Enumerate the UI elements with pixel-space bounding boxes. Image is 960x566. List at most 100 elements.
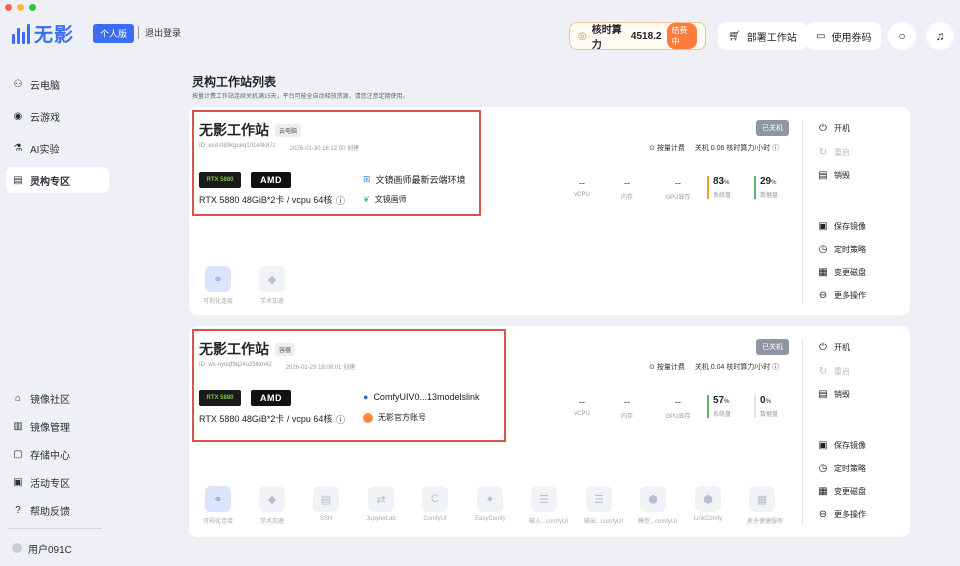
sidebar-item-ai-lab[interactable]: ⚗ AI实验 — [6, 135, 109, 161]
workstation-header-1: 无影工作站 云电脑 — [199, 120, 302, 140]
billing-mode: ⊙ 按量计费 — [649, 143, 685, 153]
voucher-button[interactable]: ▭ 使用券码 — [806, 22, 882, 50]
action-label: 销毁 — [834, 171, 850, 180]
workstation-type-tag: 云电脑 — [275, 123, 302, 137]
schedule-button[interactable]: ◷ 定时策略 — [818, 463, 866, 474]
schedule-button[interactable]: ◷ 定时策略 — [818, 244, 866, 255]
workstation-title: 无影工作站 — [199, 122, 269, 138]
tool-easycomfy[interactable]: ✦ EasyComfy — [475, 486, 506, 522]
info-icon[interactable]: ⓘ — [336, 194, 345, 207]
tool-output-comfyui[interactable]: ☰ 输出...comfyUI — [584, 486, 623, 525]
info-icon[interactable]: ⓘ — [336, 413, 345, 426]
tool-linkcomfy[interactable]: ⬢ LinkComfy — [693, 486, 723, 522]
restart-button[interactable]: ↻ 重启 — [818, 147, 850, 158]
logout-link[interactable]: 退出登录 — [138, 26, 181, 39]
link-icon: ⚭ — [205, 266, 231, 292]
graduation-icon: ◆ — [259, 486, 285, 512]
terminal-icon: ▤ — [313, 486, 339, 512]
tool-academic-accel[interactable]: ◆ 学术加速 — [257, 266, 287, 305]
tool-visual-connect[interactable]: ⚭ 可视化连接 — [203, 266, 233, 305]
action-label: 重启 — [834, 367, 850, 376]
close-window-button[interactable] — [5, 4, 12, 11]
sidebar-item-image-manage[interactable]: ▥ 镜像管理 — [6, 413, 109, 439]
environment-name: ComfyUIV0...13modelslink — [373, 392, 480, 402]
save-image-button[interactable]: ▣ 保存镜像 — [818, 221, 866, 232]
card-vertical-divider — [802, 120, 803, 304]
data-disk-value: 29 — [760, 176, 772, 187]
tool-jupyterlab[interactable]: ⇄ JupyterLab — [366, 486, 396, 522]
billing-icon: ⊙ — [649, 364, 655, 371]
tool-label: EasyComfy — [475, 516, 506, 522]
app-logo: 无影 — [12, 20, 74, 47]
sidebar-item-label: 活动专区 — [30, 478, 70, 490]
save-image-button[interactable]: ▣ 保存镜像 — [818, 440, 866, 451]
home-icon: ⌂ — [14, 392, 22, 404]
sidebar-item-events[interactable]: ▣ 活动专区 — [6, 469, 109, 495]
sidebar-item-label: 帮助反馈 — [30, 506, 70, 518]
start-button[interactable]: ⏻ 开机 — [818, 123, 850, 134]
sidebar-item-lingou[interactable]: ▤ 灵构专区 — [6, 167, 109, 193]
sidebar-item-label: 灵构专区 — [30, 176, 70, 188]
environment-owner: 无影官方账号 — [363, 412, 426, 423]
tool-ssh[interactable]: ▤ SSH — [311, 486, 341, 522]
destroy-button[interactable]: ▤ 销毁 — [818, 170, 850, 181]
environment-owner: ❦ 文镜画师 — [363, 194, 407, 205]
hardware-spec: RTX 5880 48GiB*2卡 / vcpu 64核 — [199, 195, 333, 205]
restart-button[interactable]: ↻ 重启 — [818, 366, 850, 377]
sidebar-item-storage[interactable]: ▢ 存储中心 — [6, 441, 109, 467]
settings-circle-button[interactable]: ○ — [888, 22, 916, 50]
workstation-created: 2026-01-30 16:12:00 创建 — [289, 146, 360, 152]
sidebar-item-help[interactable]: ? 帮助反馈 — [6, 497, 109, 523]
tool-visual-connect[interactable]: ⚭ 可视化连接 — [203, 486, 233, 525]
credits-value: 4518.2 — [630, 30, 662, 42]
hardware-spec: RTX 5880 48GiB*2卡 / vcpu 64核 — [199, 414, 333, 424]
tool-comfyui[interactable]: C ComfyUI — [420, 486, 450, 522]
tool-more-services[interactable]: ▦ 更多便捷服务 — [747, 486, 783, 525]
tool-model-comfyui[interactable]: ⬢ 模型...comfyUI — [638, 486, 678, 525]
deploy-label: 部署工作站 — [746, 32, 797, 44]
environment-image[interactable]: ⊞ 文镜画师最新云端环境 — [363, 173, 466, 186]
more-actions-button[interactable]: ⊖ 更多操作 — [818, 509, 866, 520]
grid-icon: ▦ — [749, 486, 775, 512]
tool-academic-accel[interactable]: ◆ 学术加速 — [257, 486, 287, 525]
sidebar-item-cloud-game[interactable]: ◉ 云游戏 — [6, 103, 109, 129]
bell-icon: ♫ — [935, 29, 945, 43]
windows-icon: ⊞ — [363, 174, 371, 184]
amd-logo: AMD — [251, 390, 291, 406]
metric-label: GPU显存 — [665, 414, 691, 420]
graduation-icon: ◆ — [259, 266, 285, 292]
tool-input-comfyui[interactable]: ☰ 输入...comfyUI — [529, 486, 568, 525]
voucher-label: 使用券码 — [831, 32, 872, 44]
sidebar-item-cloud-pc[interactable]: ⚇ 云电脑 — [6, 71, 109, 97]
power-icon: ⏻ — [819, 342, 827, 353]
change-disk-button[interactable]: ▦ 变更磁盘 — [818, 267, 866, 278]
environment-image[interactable]: ● ComfyUIV0...13modelslink — [363, 392, 479, 402]
notification-button[interactable]: ♫ — [926, 22, 954, 50]
maximize-window-button[interactable] — [29, 4, 36, 11]
deploy-workstation-button[interactable]: 🛒︎ 部署工作站 — [718, 22, 807, 50]
help-icon: ? — [15, 504, 21, 516]
credits-chip[interactable]: ◎ 核时算力 4518.2 结费中 — [569, 22, 706, 51]
minimize-window-button[interactable] — [17, 4, 24, 11]
trash-icon: ▤ — [818, 170, 828, 181]
change-disk-button[interactable]: ▦ 变更磁盘 — [818, 486, 866, 497]
action-label: 开机 — [834, 124, 850, 133]
refresh-icon: ↻ — [818, 366, 828, 377]
tool-label: 模型...comfyUI — [638, 519, 678, 525]
sidebar-item-image-community[interactable]: ⌂ 镜像社区 — [6, 385, 109, 411]
logo-text: 无影 — [34, 25, 75, 46]
action-label: 变更磁盘 — [834, 487, 866, 496]
user-profile[interactable]: 用户091C — [6, 535, 109, 561]
action-label: 重启 — [834, 148, 850, 157]
avatar — [12, 543, 22, 553]
workstation-header-2: 无影工作站 容器 — [199, 339, 296, 359]
workstation-id: ID: ws-nyoqf9q24o25lkm42 — [199, 362, 272, 368]
metric-memory: -- 内存 — [614, 178, 640, 201]
start-button[interactable]: ⏻ 开机 — [818, 342, 850, 353]
system-disk-unit: % — [724, 399, 730, 405]
clock-icon: ◷ — [818, 463, 828, 474]
destroy-button[interactable]: ▤ 销毁 — [818, 389, 850, 400]
more-actions-button[interactable]: ⊖ 更多操作 — [818, 290, 866, 301]
tool-label: SSH — [319, 516, 333, 522]
ticket-icon: ▭ — [816, 30, 826, 42]
